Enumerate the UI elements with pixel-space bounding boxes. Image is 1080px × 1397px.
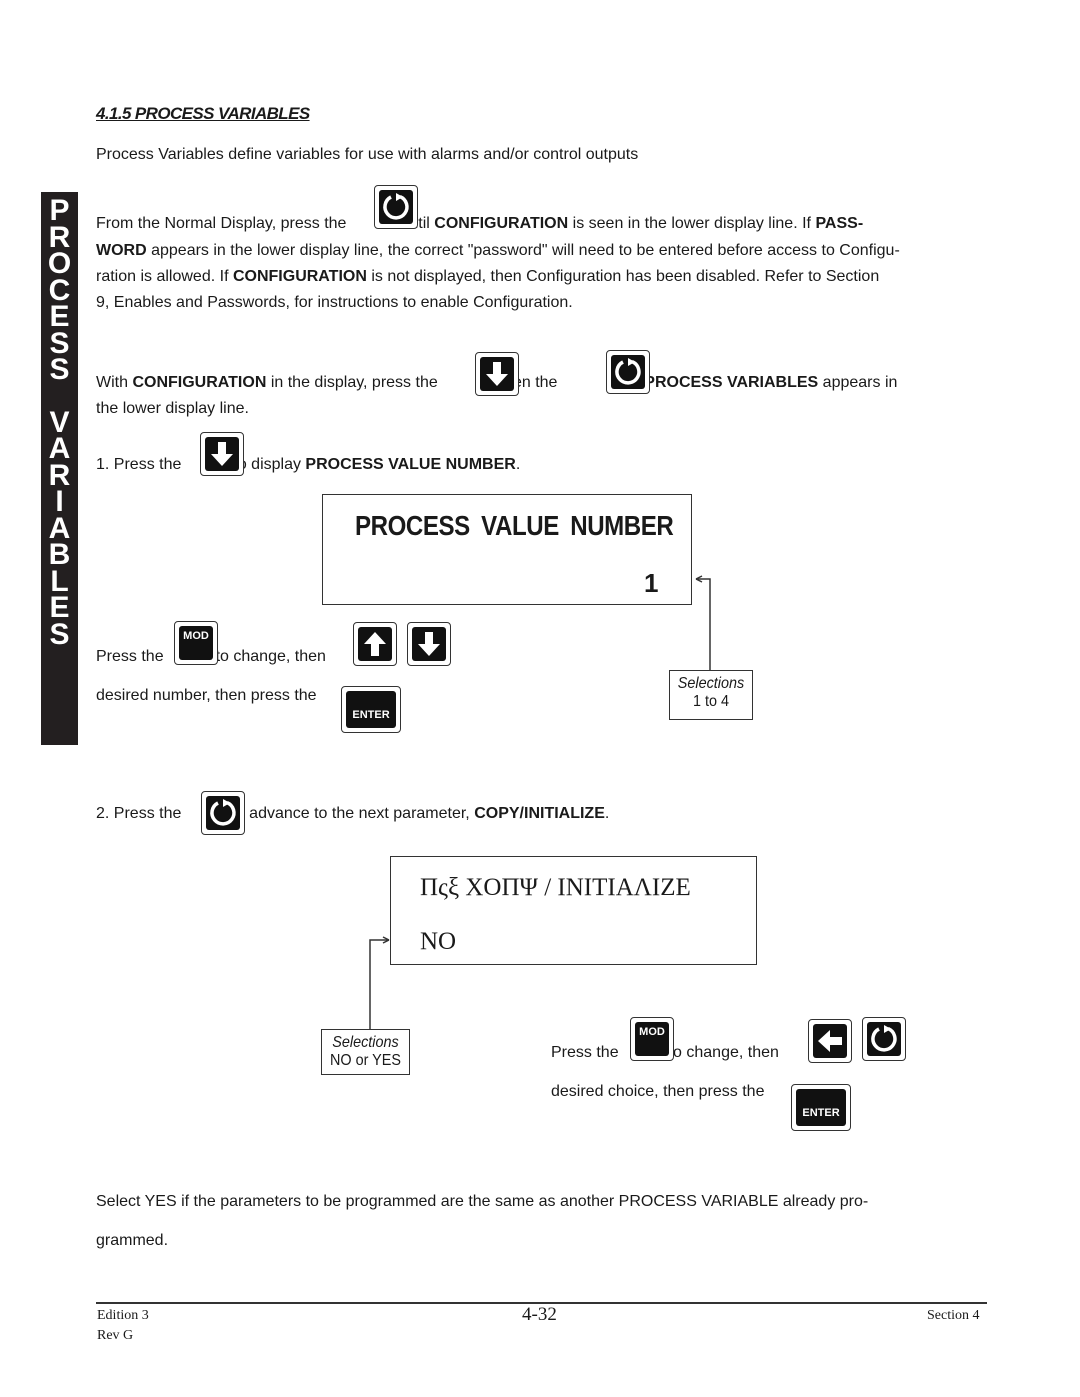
up-arrow-icon: [364, 632, 386, 656]
scroll-icon: [615, 358, 641, 385]
left-key-button[interactable]: [808, 1019, 852, 1063]
closing-line1: Select YES if the parameters to be progr…: [96, 1193, 869, 1210]
text: Press the: [96, 648, 164, 665]
para1-line3: ration is allowed. If CONFIGURATION is n…: [96, 267, 879, 287]
display-value: 1: [644, 568, 659, 598]
para2-line2: the lower display line.: [96, 400, 249, 417]
text: appears in the lower display line, the c…: [151, 242, 900, 259]
enter-key-button[interactable]: ENTER: [341, 686, 401, 733]
scroll-icon: [383, 193, 409, 220]
text-bold: PROCESS VARIABLES: [644, 374, 819, 391]
text-bold: PASS-: [815, 215, 864, 232]
mod-key-label: MOD: [639, 1026, 665, 1038]
text: Press the: [551, 1044, 619, 1061]
text-bold: PROCESS VALUE NUMBER: [305, 456, 516, 473]
footer-page-number: 4-32: [522, 1304, 557, 1325]
selections-title: Selections: [677, 675, 745, 692]
down-key-button[interactable]: [200, 432, 244, 476]
para1-line2: WORD appears in the lower display line, …: [96, 241, 900, 261]
down-arrow-icon: [486, 362, 508, 386]
display-line2: ΝΟ: [420, 928, 457, 955]
text: desired choice, then press the: [551, 1083, 765, 1100]
scroll-key-button[interactable]: [374, 185, 418, 229]
para1-line1: From the Normal Display, press theuntil …: [96, 214, 863, 234]
down-key-button[interactable]: [407, 622, 451, 666]
selections-title: Selections: [332, 1034, 399, 1051]
text: desired number, then press the: [96, 687, 317, 704]
text: With: [96, 374, 128, 391]
text: appears in: [822, 374, 898, 391]
down-arrow-icon: [211, 442, 233, 466]
text: is not displayed, then Configuration has…: [371, 268, 880, 285]
text: 2. Press the: [96, 805, 182, 822]
closing-line2: grammed.: [96, 1232, 169, 1249]
mod-key-button[interactable]: MOD: [630, 1017, 674, 1061]
display-line1: Πςξ ΧΟΠΨ / ΙΝΙΤΙΑΛΙΖΕ: [420, 874, 691, 901]
down-arrow-icon: [418, 632, 440, 656]
display-line1: PROCESS VALUE NUMBER: [355, 510, 674, 541]
footer-section: Section 4: [927, 1308, 980, 1323]
text: to change, then: [215, 648, 326, 665]
footer-rev: Rev G: [97, 1328, 134, 1343]
enter-key-label: ENTER: [802, 1107, 840, 1119]
selections-range: 1 to 4: [692, 693, 730, 710]
selections-box-1: Selections 1 to 4: [669, 670, 753, 720]
sidebar-letter: S: [49, 617, 70, 651]
scroll-icon: [210, 799, 236, 826]
text: in the display, press the: [270, 374, 438, 391]
text: .: [515, 456, 521, 473]
scroll-key-button[interactable]: [201, 791, 245, 835]
text: to advance to the next parameter,: [231, 805, 470, 822]
step1-text: 1. Press the to display PROCESS VALUE NUM…: [96, 455, 520, 475]
para1-line4: 9, Enables and Passwords, for instructio…: [96, 294, 573, 311]
scroll-icon: [871, 1025, 897, 1052]
up-key-button[interactable]: [353, 622, 397, 666]
text-bold: WORD: [96, 242, 147, 259]
connector-arrow: [369, 936, 390, 1029]
mod-key-button[interactable]: MOD: [174, 621, 218, 665]
text: From the Normal Display, press the: [96, 215, 347, 232]
intro-text: Process Variables define variables for u…: [96, 146, 639, 163]
mod-key-label: MOD: [183, 630, 209, 642]
step2-text: 2. Press the to advance to the next param…: [96, 804, 609, 824]
enter-key-label: ENTER: [352, 709, 390, 721]
section-heading: 4.1.5 PROCESS VARIABLES: [96, 104, 310, 123]
text: 1. Press the: [96, 456, 182, 473]
text: to change, then: [668, 1044, 779, 1061]
enter-key-button[interactable]: ENTER: [791, 1084, 851, 1131]
text: .: [604, 805, 610, 822]
left-arrow-icon: [818, 1030, 842, 1052]
down-key-button[interactable]: [475, 352, 519, 396]
selections-range: NO or YES: [330, 1052, 401, 1069]
selections-box-2: Selections NO or YES: [321, 1029, 410, 1075]
text-bold: CONFIGURATION: [434, 215, 569, 232]
text: is seen in the lower display line. If: [572, 215, 811, 232]
scroll-key-button[interactable]: [606, 350, 650, 394]
footer-edition: Edition 3: [97, 1308, 149, 1323]
sidebar-section-tab: PROCESS VARIABLES: [41, 192, 78, 745]
text-bold: CONFIGURATION: [232, 268, 367, 285]
scroll-key-button[interactable]: [862, 1017, 906, 1061]
connector-arrow: [695, 575, 711, 670]
text-bold: CONFIGURATION: [132, 374, 267, 391]
text: ration is allowed. If: [96, 268, 229, 285]
text-bold: COPY/INITIALIZE: [474, 805, 605, 822]
